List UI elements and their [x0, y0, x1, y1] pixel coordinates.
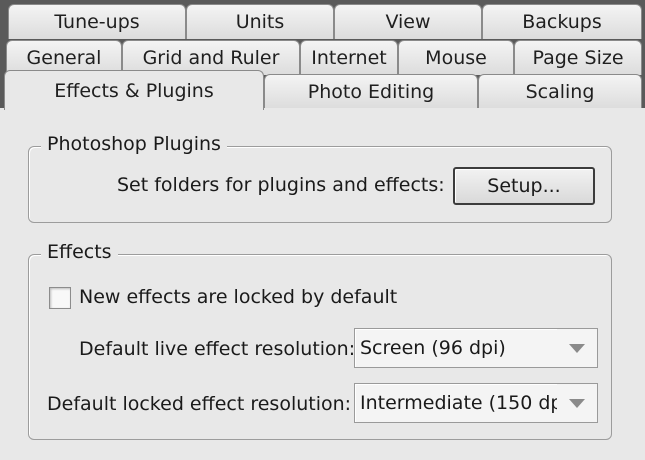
tab-tune-ups[interactable]: Tune-ups — [8, 4, 186, 39]
tab-view[interactable]: View — [334, 4, 482, 39]
tab-backups[interactable]: Backups — [482, 4, 642, 39]
locked-resolution-select[interactable]: Intermediate (150 dpi — [354, 383, 598, 423]
tab-photo-editing[interactable]: Photo Editing — [264, 74, 478, 109]
plugin-folders-label: Set folders for plugins and effects: — [117, 174, 445, 196]
live-resolution-select[interactable]: Screen (96 dpi) — [354, 328, 598, 368]
locked-by-default-label: New effects are locked by default — [79, 286, 398, 308]
chevron-down-icon[interactable] — [557, 384, 597, 422]
setup-button[interactable]: Setup... — [453, 167, 595, 205]
tab-internet[interactable]: Internet — [300, 40, 398, 75]
locked-resolution-value: Intermediate (150 dpi — [360, 392, 568, 414]
tab-panel: Photoshop Plugins Set folders for plugin… — [0, 108, 645, 460]
tab-label: Grid and Ruler — [142, 47, 280, 69]
effects-legend: Effects — [41, 241, 118, 263]
photoshop-plugins-legend: Photoshop Plugins — [41, 133, 227, 155]
live-resolution-value: Screen (96 dpi) — [360, 337, 506, 359]
tab-label: Photo Editing — [307, 81, 435, 103]
tab-label: General — [26, 47, 102, 69]
tab-label: Tune-ups — [54, 11, 140, 33]
tab-label: Backups — [522, 11, 602, 33]
tab-label: Internet — [311, 47, 387, 69]
locked-resolution-label: Default locked effect resolution: — [47, 393, 352, 415]
tab-label: Mouse — [425, 47, 487, 69]
tab-label: Effects & Plugins — [54, 79, 214, 102]
tab-scaling[interactable]: Scaling — [478, 74, 642, 109]
setup-button-label: Setup... — [487, 175, 561, 197]
tab-label: View — [385, 11, 431, 33]
tab-units[interactable]: Units — [186, 4, 334, 39]
tab-effects-and-plugins[interactable]: Effects & Plugins — [4, 70, 264, 110]
effects-group: Effects New effects are locked by defaul… — [28, 241, 612, 440]
tab-page-size[interactable]: Page Size — [514, 40, 642, 75]
live-resolution-label: Default live effect resolution: — [79, 338, 356, 360]
photoshop-plugins-group: Photoshop Plugins Set folders for plugin… — [28, 133, 612, 223]
tab-label: Units — [235, 11, 285, 33]
locked-by-default-checkbox[interactable] — [49, 287, 71, 309]
tab-label: Scaling — [525, 81, 595, 103]
tab-mouse[interactable]: Mouse — [398, 40, 514, 75]
chevron-down-icon[interactable] — [557, 329, 597, 367]
tab-label: Page Size — [532, 47, 624, 69]
options-dialog: Tune-ups Units View Backups General Grid… — [0, 0, 645, 460]
